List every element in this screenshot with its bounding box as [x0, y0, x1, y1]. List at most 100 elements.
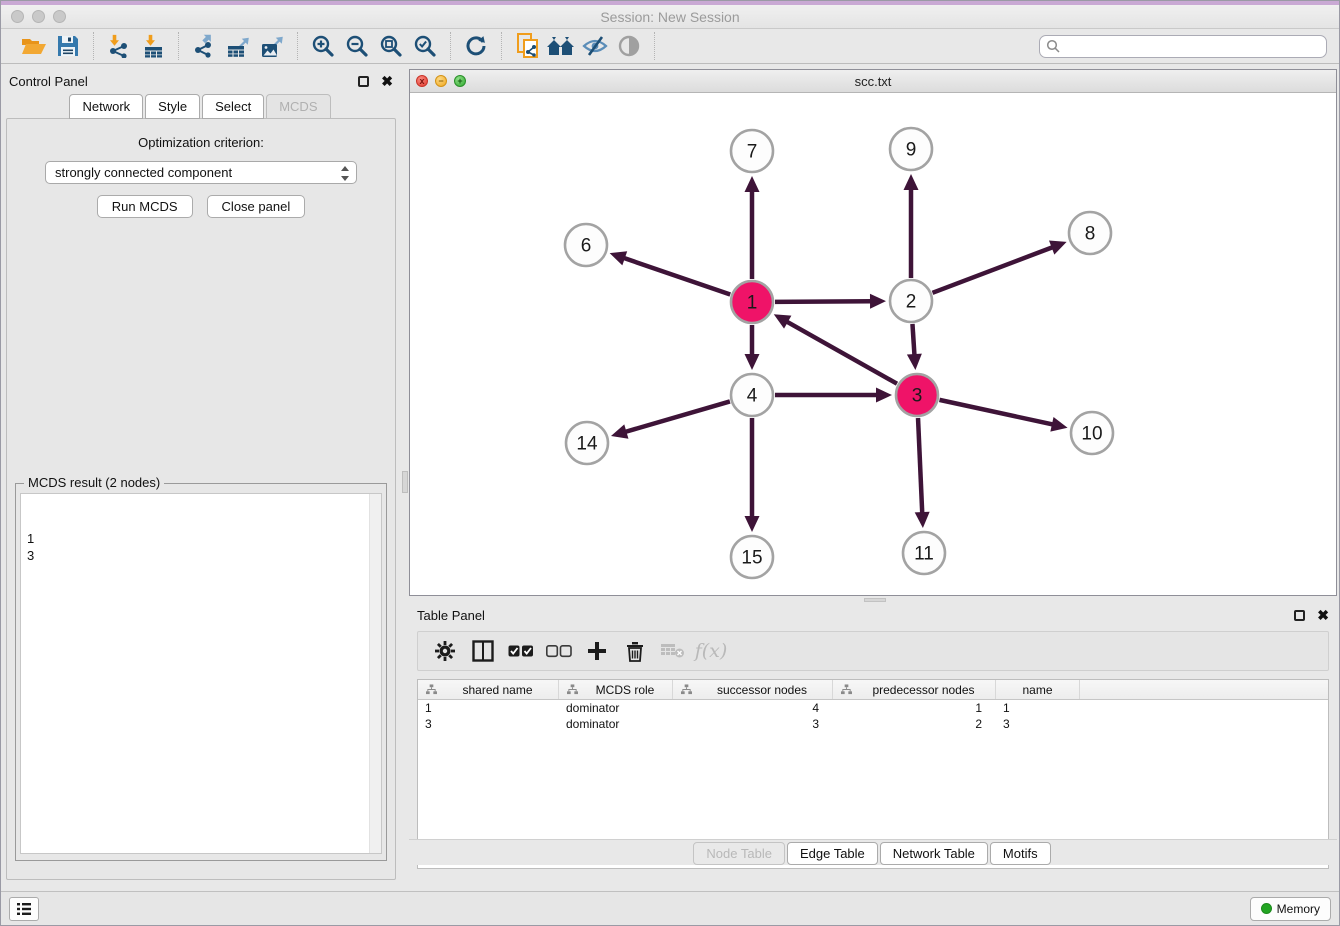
table-row[interactable]: 1dominator411	[418, 700, 1328, 716]
network-window-titlebar[interactable]: x − + scc.txt	[410, 70, 1336, 93]
cell-MCDS-role[interactable]: dominator	[559, 700, 673, 716]
cell-successor-nodes[interactable]: 3	[673, 716, 833, 732]
column-header-shared-name[interactable]: shared name	[418, 680, 559, 699]
tab-motifs[interactable]: Motifs	[990, 842, 1051, 865]
cell-name[interactable]: 1	[996, 700, 1080, 716]
hide-selected-button[interactable]	[578, 32, 612, 60]
mcds-result-title: MCDS result (2 nodes)	[24, 475, 164, 490]
zoom-selected-button[interactable]	[408, 32, 442, 60]
table-settings-button[interactable]	[428, 635, 462, 667]
control-panel-title: Control Panel	[9, 74, 88, 89]
graph-edge-3-11[interactable]	[915, 418, 930, 528]
save-session-button[interactable]	[51, 32, 85, 60]
delete-column-button[interactable]	[618, 635, 652, 667]
tab-select[interactable]: Select	[202, 94, 264, 119]
zoom-fit-button[interactable]	[374, 32, 408, 60]
import-table-button[interactable]	[136, 32, 170, 60]
task-history-button[interactable]	[9, 897, 39, 921]
graph-edge-1-4[interactable]	[745, 325, 760, 370]
cell-shared-name[interactable]: 1	[418, 700, 559, 716]
import-network-button[interactable]	[102, 32, 136, 60]
table-row[interactable]: 3dominator323	[418, 716, 1328, 732]
home-button[interactable]	[544, 32, 578, 60]
tab-network[interactable]: Network	[69, 94, 143, 119]
graph-edge-1-6[interactable]	[610, 251, 731, 294]
close-panel-icon[interactable]: ✖	[381, 74, 393, 88]
cell-successor-nodes[interactable]: 4	[673, 700, 833, 716]
close-panel-button[interactable]: Close panel	[207, 195, 306, 218]
result-scrollbar[interactable]	[369, 494, 381, 853]
column-label: name	[996, 683, 1079, 697]
graph-node-9[interactable]: 9	[890, 128, 932, 170]
clone-network-button[interactable]	[510, 32, 544, 60]
graph-edge-2-3[interactable]	[907, 324, 922, 370]
column-header-MCDS-role[interactable]: MCDS role	[559, 680, 673, 699]
cell-predecessor-nodes[interactable]: 2	[833, 716, 996, 732]
run-mcds-button[interactable]: Run MCDS	[97, 195, 193, 218]
graph-node-3[interactable]: 3	[896, 374, 938, 416]
export-network-button[interactable]	[187, 32, 221, 60]
table-panel: Table Panel ✖	[409, 603, 1337, 891]
search-icon	[1046, 39, 1061, 54]
graph-node-7[interactable]: 7	[731, 130, 773, 172]
graph-edge-1-2[interactable]	[775, 294, 886, 309]
zoom-in-button[interactable]	[306, 32, 340, 60]
toggle-panel-button[interactable]	[466, 635, 500, 667]
eye-slash-icon	[582, 35, 608, 57]
graph-edge-1-7[interactable]	[745, 176, 760, 279]
graph-edge-2-8[interactable]	[933, 241, 1067, 293]
graph-edge-3-10[interactable]	[939, 400, 1067, 432]
mcds-result-text[interactable]: 13	[20, 493, 382, 854]
tab-mcds[interactable]: MCDS	[266, 94, 330, 119]
cell-shared-name[interactable]: 3	[418, 716, 559, 732]
graph-node-4[interactable]: 4	[731, 374, 773, 416]
svg-text:7: 7	[747, 142, 758, 163]
delete-table-button[interactable]	[656, 635, 690, 667]
search-input[interactable]	[1039, 35, 1327, 58]
tab-node-table[interactable]: Node Table	[693, 842, 785, 865]
tab-style[interactable]: Style	[145, 94, 200, 119]
graph-node-2[interactable]: 2	[890, 280, 932, 322]
save-floppy-icon	[57, 35, 79, 57]
function-builder-button[interactable]: f(x)	[694, 635, 728, 667]
graph-node-14[interactable]: 14	[566, 422, 608, 464]
memory-button[interactable]: Memory	[1250, 897, 1331, 921]
export-image-button[interactable]	[255, 32, 289, 60]
network-canvas[interactable]: 7 9 6 8 1 2 4 3 14 10 15 11	[410, 93, 1336, 595]
show-all-button[interactable]	[612, 32, 646, 60]
graph-node-6[interactable]: 6	[565, 224, 607, 266]
graph-edge-3-1[interactable]	[774, 314, 897, 383]
open-session-button[interactable]	[17, 32, 51, 60]
graph-node-10[interactable]: 10	[1071, 412, 1113, 454]
tab-edge-table[interactable]: Edge Table	[787, 842, 878, 865]
tab-network-table[interactable]: Network Table	[880, 842, 988, 865]
zoom-out-button[interactable]	[340, 32, 374, 60]
refresh-button[interactable]	[459, 32, 493, 60]
create-column-button[interactable]	[580, 635, 614, 667]
vertical-splitter[interactable]	[401, 69, 409, 891]
close-table-panel-icon[interactable]: ✖	[1317, 608, 1329, 622]
export-table-button[interactable]	[221, 32, 255, 60]
float-panel-icon[interactable]	[358, 76, 369, 87]
cell-predecessor-nodes[interactable]: 1	[833, 700, 996, 716]
graph-node-8[interactable]: 8	[1069, 212, 1111, 254]
memory-label: Memory	[1277, 902, 1320, 916]
select-all-columns-button[interactable]	[504, 635, 538, 667]
graph-edge-4-14[interactable]	[611, 401, 730, 438]
deselect-all-columns-button[interactable]	[542, 635, 576, 667]
graph-edge-2-9[interactable]	[904, 174, 919, 278]
result-line: 3	[27, 547, 381, 564]
float-table-panel-icon[interactable]	[1294, 610, 1305, 621]
graph-node-15[interactable]: 15	[731, 536, 773, 578]
cell-name[interactable]: 3	[996, 716, 1080, 732]
column-header-name[interactable]: name	[996, 680, 1080, 699]
graph-edge-4-3[interactable]	[775, 388, 892, 403]
criterion-select[interactable]: strongly connected component	[45, 161, 357, 184]
graph-node-11[interactable]: 11	[903, 532, 945, 574]
cell-MCDS-role[interactable]: dominator	[559, 716, 673, 732]
column-header-successor-nodes[interactable]: successor nodes	[673, 680, 833, 699]
graph-edge-4-15[interactable]	[745, 418, 760, 532]
column-header-predecessor-nodes[interactable]: predecessor nodes	[833, 680, 996, 699]
network-graph[interactable]: 7 9 6 8 1 2 4 3 14 10 15 11	[410, 93, 1338, 595]
graph-node-1[interactable]: 1	[731, 281, 773, 323]
